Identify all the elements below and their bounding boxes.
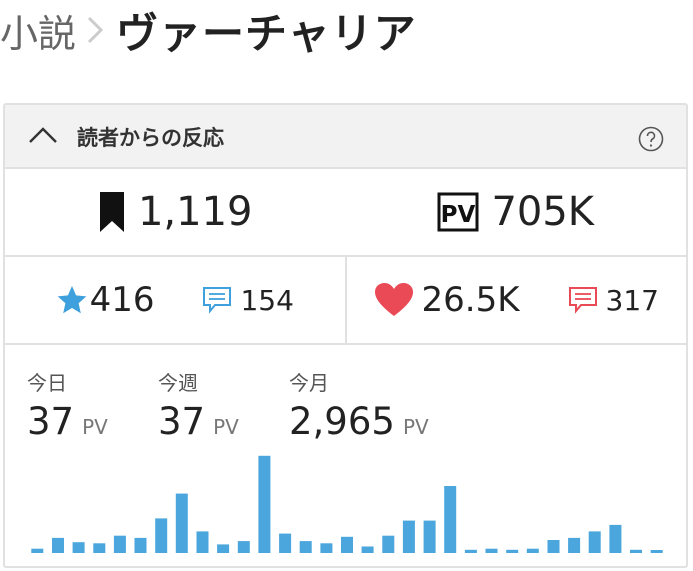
pv-today-value: 37 [27,400,75,443]
like-comment-count: 317 [605,283,659,317]
panel-header[interactable]: 読者からの反応 [5,105,686,169]
star-reactions: 416 154 [5,257,347,343]
total-pv-value: 705K [491,189,595,235]
daily-pv-chart [31,455,663,553]
pv-unit: PV [402,415,429,439]
panel-title: 読者からの反応 [77,126,224,150]
pv-today-label: 今日 [27,371,67,395]
chart-bar-day-31 [650,550,663,553]
pv-week-label: 今週 [158,371,198,395]
reader-reactions-panel: 読者からの反応 1,119 PV 705K 416 154 26.5K 317 … [3,103,688,568]
chart-bar-day-11 [237,541,250,553]
pv-week-value: 37 [158,400,206,443]
pv-month-label: 今月 [289,371,329,395]
like-count: 26.5K [421,280,520,320]
chart-bar-day-4 [93,543,106,553]
chart-bar-day-23 [485,548,498,553]
chart-bar-day-14 [299,541,312,553]
chart-bar-day-3 [72,542,85,553]
pv-unit: PV [82,415,108,439]
chart-bar-day-27 [568,537,581,553]
chart-bar-day-7 [155,518,168,553]
chart-bar-day-30 [630,549,642,553]
chevron-up-icon[interactable] [27,123,59,147]
chart-bar-day-8 [175,493,188,553]
comment-icon [568,287,597,314]
bookmark-count-value: 1,119 [137,189,253,235]
total-pv: PV 705K [346,169,687,255]
chart-bar-day-22 [464,549,477,553]
bookmark-icon [99,192,124,232]
bookmark-count: 1,119 [5,169,346,255]
chart-bar-day-26 [547,540,560,553]
chart-bar-day-18 [382,535,395,553]
chart-bar-day-2 [52,537,64,553]
star-icon [57,286,86,314]
reactions-row: 416 154 26.5K 317 [5,257,686,345]
totals-row: 1,119 PV 705K [5,169,686,257]
pv-stats: 今日 37 PV 今週 37 PV 今月 2,965 PV [5,345,686,566]
chart-bar-day-20 [423,520,436,553]
pv-month: 今月 2,965 PV [289,367,429,443]
star-count: 416 [89,280,155,320]
chart-bar-day-28 [588,531,601,553]
chart-bar-day-24 [506,549,519,553]
star-comment-count: 154 [240,283,294,317]
chart-bar-day-21 [444,486,457,553]
pv-icon: PV [437,192,479,232]
chart-bar-day-13 [279,533,292,553]
heart-icon [374,283,413,316]
chart-bar-day-29 [609,524,622,553]
help-icon[interactable] [638,126,664,152]
page-title: ヴァーチャリア [116,8,417,58]
like-reactions: 26.5K 317 [347,257,687,343]
breadcrumb: 小説 ヴァーチャリア [0,2,417,58]
chart-bar-day-25 [526,548,539,553]
chart-bar-day-9 [196,531,209,553]
pv-today: 今日 37 PV [27,367,108,443]
comment-icon [203,287,232,314]
chart-bar-day-10 [217,544,230,553]
chart-bar-day-12 [258,455,271,553]
chevron-right-icon [87,16,104,44]
chart-bar-day-17 [361,546,374,553]
chart-bar-day-15 [320,543,333,553]
pv-month-value: 2,965 [289,400,395,443]
chart-bar-day-16 [341,536,353,553]
breadcrumb-parent-link[interactable]: 小説 [0,3,76,58]
chart-bar-day-19 [402,520,415,553]
chart-bar-day-6 [134,537,147,553]
pv-week: 今週 37 PV [158,367,239,443]
chart-bar-day-5 [113,535,126,553]
pv-unit: PV [213,415,239,439]
svg-text:PV: PV [441,202,476,228]
chart-bar-day-1 [31,548,44,553]
